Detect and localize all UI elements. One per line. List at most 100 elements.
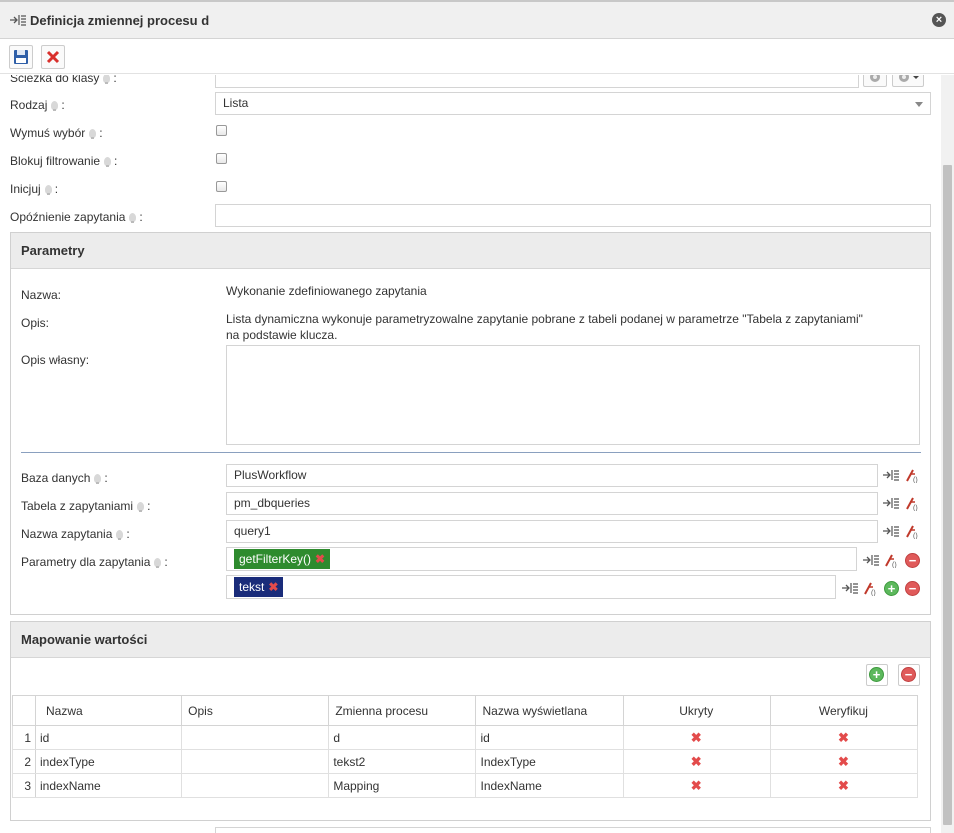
inicjuj-label: Inicjuj: [10, 182, 59, 196]
remove-param-icon[interactable]: − [905, 581, 920, 596]
row-number: 2 [11, 749, 37, 774]
next-field-input[interactable] [215, 827, 931, 833]
opoznienie-label: Opóźnienie zapytania: [10, 210, 143, 224]
param-input-1[interactable]: getFilterKey() ✖ [226, 547, 857, 571]
false-x-icon: ✖ [690, 753, 702, 769]
svg-text:(): () [871, 590, 876, 596]
tabela-input[interactable]: pm_dbqueries [226, 492, 878, 515]
sciezka-input[interactable] [215, 75, 859, 88]
table-row[interactable]: 1 id d id ✖ ✖ [11, 725, 919, 750]
gear-button[interactable] [863, 75, 887, 87]
opoznienie-input[interactable] [215, 204, 931, 227]
add-row-button[interactable]: + [866, 664, 888, 686]
function-icon[interactable]: () [883, 552, 899, 569]
hint-icon [103, 75, 111, 84]
rodzaj-label: Rodzaj: [10, 98, 65, 112]
false-x-icon: ✖ [837, 753, 849, 769]
svg-text:(): () [913, 505, 918, 511]
hint-icon [129, 213, 137, 223]
cell-ukryty[interactable]: ✖ [622, 725, 771, 750]
gear-menu-button[interactable] [892, 75, 924, 87]
cell-opis[interactable] [181, 773, 330, 798]
remove-chip-icon[interactable]: ✖ [268, 580, 278, 594]
inicjuj-checkbox[interactable] [216, 181, 227, 192]
dialog-title: Definicja zmiennej procesu d [30, 13, 210, 28]
opis-wlasny-textarea[interactable] [226, 345, 920, 445]
variable-picker-icon[interactable] [842, 581, 858, 597]
cell-nazwa[interactable]: id [35, 725, 183, 750]
cell-weryfikuj[interactable]: ✖ [769, 749, 919, 774]
col-header[interactable]: Nazwa wyświetlana [475, 695, 624, 726]
save-button[interactable] [9, 45, 33, 69]
remove-param-icon[interactable]: − [905, 553, 920, 568]
cell-opis[interactable] [181, 725, 330, 750]
cell-weryfikuj[interactable]: ✖ [769, 773, 919, 798]
cell-zmienna[interactable]: d [328, 725, 477, 750]
col-header[interactable]: Weryfikuj [769, 695, 919, 726]
false-x-icon: ✖ [690, 777, 702, 793]
close-icon[interactable]: × [932, 13, 946, 27]
hint-icon [51, 101, 59, 111]
param-input-2[interactable]: tekst ✖ [226, 575, 836, 599]
cell-nazwa[interactable]: indexName [35, 773, 183, 798]
false-x-icon: ✖ [837, 729, 849, 745]
tabela-label: Tabela z zapytaniami: [21, 499, 151, 513]
nazwa-value: Wykonanie zdefiniowanego zapytania [226, 284, 427, 298]
param-chip: getFilterKey() ✖ [234, 549, 331, 569]
function-icon[interactable]: () [904, 467, 920, 484]
variable-picker-icon[interactable] [883, 468, 899, 484]
remove-row-button[interactable]: − [898, 664, 920, 686]
svg-text:(): () [913, 533, 918, 539]
cell-weryfikuj[interactable]: ✖ [769, 725, 919, 750]
table-row[interactable]: 2 indexType tekst2 IndexType ✖ ✖ [11, 749, 919, 774]
function-icon[interactable]: () [862, 580, 878, 597]
scrollbar-thumb[interactable] [943, 165, 952, 825]
rodzaj-value: Lista [223, 96, 249, 110]
col-header[interactable]: Opis [181, 695, 330, 726]
cell-wyswietlana[interactable]: id [475, 725, 624, 750]
toolbar [0, 40, 954, 74]
col-header[interactable]: Ukryty [622, 695, 771, 726]
dialog-titlebar: Definicja zmiennej procesu d × [0, 0, 954, 39]
hint-icon [104, 157, 112, 167]
hint-icon [154, 558, 162, 568]
nazwa-zapytania-input[interactable]: query1 [226, 520, 878, 543]
table-row[interactable]: 3 indexName Mapping IndexName ✖ ✖ [11, 773, 919, 798]
cell-zmienna[interactable]: Mapping [328, 773, 477, 798]
cell-ukryty[interactable]: ✖ [622, 749, 771, 774]
remove-chip-icon[interactable]: ✖ [315, 552, 325, 566]
cell-wyswietlana[interactable]: IndexType [475, 749, 624, 774]
cell-nazwa[interactable]: indexType [35, 749, 183, 774]
cell-opis[interactable] [181, 749, 330, 774]
false-x-icon: ✖ [690, 729, 702, 745]
hint-icon [116, 530, 124, 540]
hint-icon [89, 129, 97, 139]
col-header[interactable]: Nazwa [35, 695, 183, 726]
variable-picker-icon[interactable] [883, 496, 899, 512]
mapowanie-panel: Mapowanie wartości + − Nazwa Opis Zmienn… [10, 621, 931, 821]
chevron-down-icon[interactable] [915, 102, 923, 107]
divider [21, 452, 921, 453]
baza-input[interactable]: PlusWorkflow [226, 464, 878, 487]
col-header[interactable]: Zmienna procesu [328, 695, 477, 726]
cell-wyswietlana[interactable]: IndexName [475, 773, 624, 798]
blokuj-checkbox[interactable] [216, 153, 227, 164]
rodzaj-select[interactable]: Lista [215, 92, 931, 115]
cell-zmienna[interactable]: tekst2 [328, 749, 477, 774]
cancel-button[interactable] [41, 45, 65, 69]
baza-label: Baza danych: [21, 471, 108, 485]
rownum-header [11, 695, 37, 726]
cell-ukryty[interactable]: ✖ [622, 773, 771, 798]
nazwa-zapytania-label: Nazwa zapytania: [21, 527, 130, 541]
function-icon[interactable]: () [904, 495, 920, 512]
svg-text:(): () [913, 477, 918, 483]
variable-picker-icon[interactable] [883, 524, 899, 540]
function-icon[interactable]: () [904, 523, 920, 540]
hint-icon [44, 185, 52, 195]
vertical-scrollbar[interactable] [941, 75, 954, 833]
add-param-icon[interactable]: + [884, 581, 899, 596]
wymus-label: Wymuś wybór: [10, 126, 103, 140]
svg-text:(): () [892, 562, 897, 568]
variable-picker-icon[interactable] [863, 553, 879, 569]
wymus-checkbox[interactable] [216, 125, 227, 136]
